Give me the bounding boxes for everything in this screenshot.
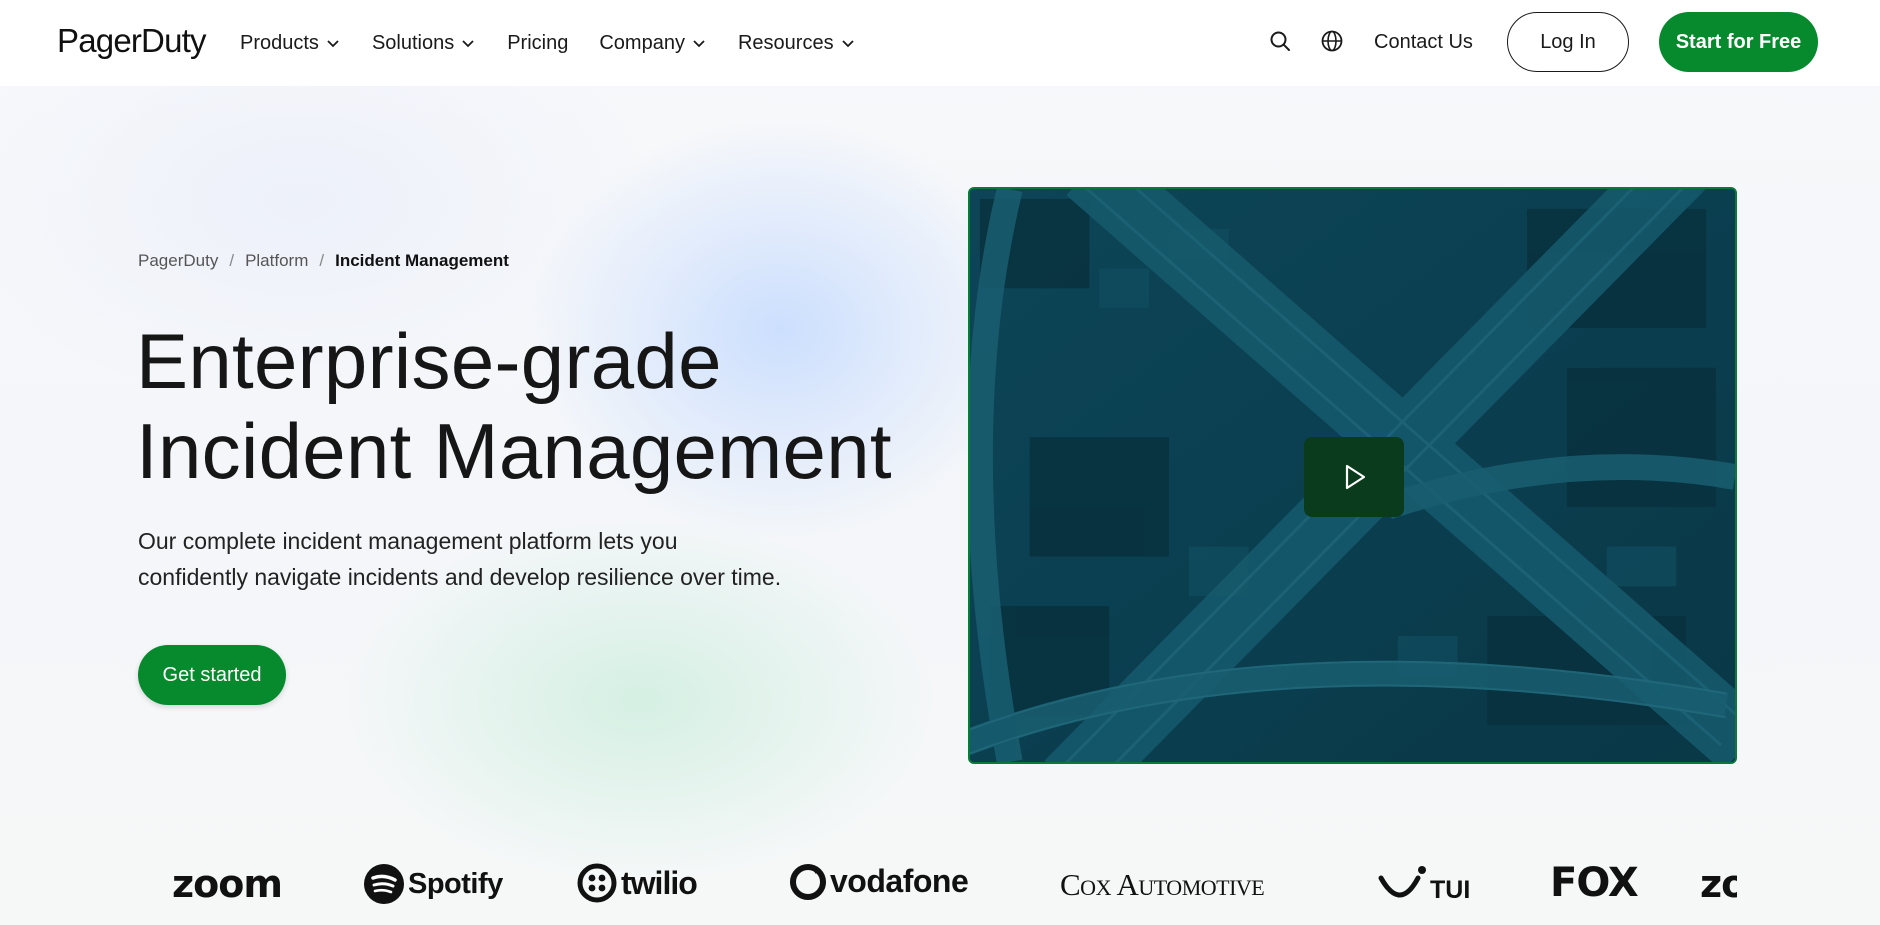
zoom-logo-repeat: zoom <box>1700 862 1737 906</box>
chevron-down-icon <box>841 40 854 48</box>
video-player[interactable] <box>968 187 1737 764</box>
login-button[interactable]: Log In <box>1507 12 1629 72</box>
nav-resources[interactable]: Resources <box>738 32 856 55</box>
twilio-icon <box>577 863 617 903</box>
vodafone-wordmark: vodafone <box>830 862 969 899</box>
spotify-wordmark: Spotify <box>408 867 503 900</box>
twilio-logo-group: twilio <box>577 863 698 903</box>
contact-us-link[interactable]: Contact Us <box>1374 31 1473 54</box>
cox-automotive-logo: Cox Automotive <box>1060 867 1265 902</box>
zoom-logo: zoom <box>172 862 283 906</box>
chevron-down-icon <box>327 40 339 48</box>
hero-description-line-1: Our complete incident management platfor… <box>138 528 678 554</box>
chevron-down-icon <box>462 40 474 48</box>
search-icon[interactable] <box>1268 29 1292 53</box>
breadcrumb-home[interactable]: PagerDuty <box>138 251 218 271</box>
fox-logo: FOX <box>1550 860 1639 906</box>
tui-wordmark: TUI <box>1430 875 1471 904</box>
page-title: Enterprise-grade Incident Management <box>136 316 892 496</box>
nav-resources-label: Resources <box>737 31 834 54</box>
play-icon <box>1345 464 1366 490</box>
nav-products-label: Products <box>240 31 319 54</box>
page-title-line-2: Incident Management <box>136 407 892 495</box>
start-for-free-button[interactable]: Start for Free <box>1659 12 1818 72</box>
breadcrumb: PagerDuty / Platform / Incident Manageme… <box>138 251 509 271</box>
hero-description: Our complete incident management platfor… <box>138 523 858 595</box>
nav-solutions-label: Solutions <box>371 31 455 54</box>
globe-icon[interactable] <box>1320 29 1344 53</box>
vodafone-icon <box>790 864 826 900</box>
main-menu: Products Solutions Pricing Company Resou… <box>240 0 887 86</box>
nav-company[interactable]: Company <box>599 32 707 55</box>
nav-pricing-label: Pricing <box>507 31 569 54</box>
chevron-down-icon <box>693 40 705 48</box>
nav-company-label: Company <box>599 31 685 54</box>
breadcrumb-separator: / <box>229 251 235 270</box>
twilio-wordmark: twilio <box>621 864 698 901</box>
nav-solutions[interactable]: Solutions <box>372 32 476 55</box>
hero-description-line-2: confidently navigate incidents and devel… <box>138 564 782 590</box>
spotify-icon <box>364 864 404 904</box>
nav-products[interactable]: Products <box>240 32 341 55</box>
pagerduty-logo[interactable]: PagerDuty <box>57 22 207 60</box>
breadcrumb-platform[interactable]: Platform <box>245 251 308 271</box>
nav-pricing[interactable]: Pricing <box>507 32 568 55</box>
page-title-line-1: Enterprise-grade <box>136 317 722 405</box>
customer-logos-strip: zoom Spotify twilio vodafone Cox Automot… <box>0 850 1880 925</box>
top-navigation: PagerDuty Products Solutions Pricing Com… <box>0 0 1880 86</box>
tui-logo-group: TUI <box>1378 864 1470 906</box>
breadcrumb-separator: / <box>319 251 325 270</box>
get-started-button[interactable]: Get started <box>138 645 286 705</box>
vodafone-logo-group: vodafone <box>790 862 969 900</box>
play-button[interactable] <box>1304 437 1404 517</box>
tui-icon <box>1378 866 1426 898</box>
breadcrumb-current: Incident Management <box>335 251 509 270</box>
spotify-logo-group: Spotify <box>363 863 503 905</box>
